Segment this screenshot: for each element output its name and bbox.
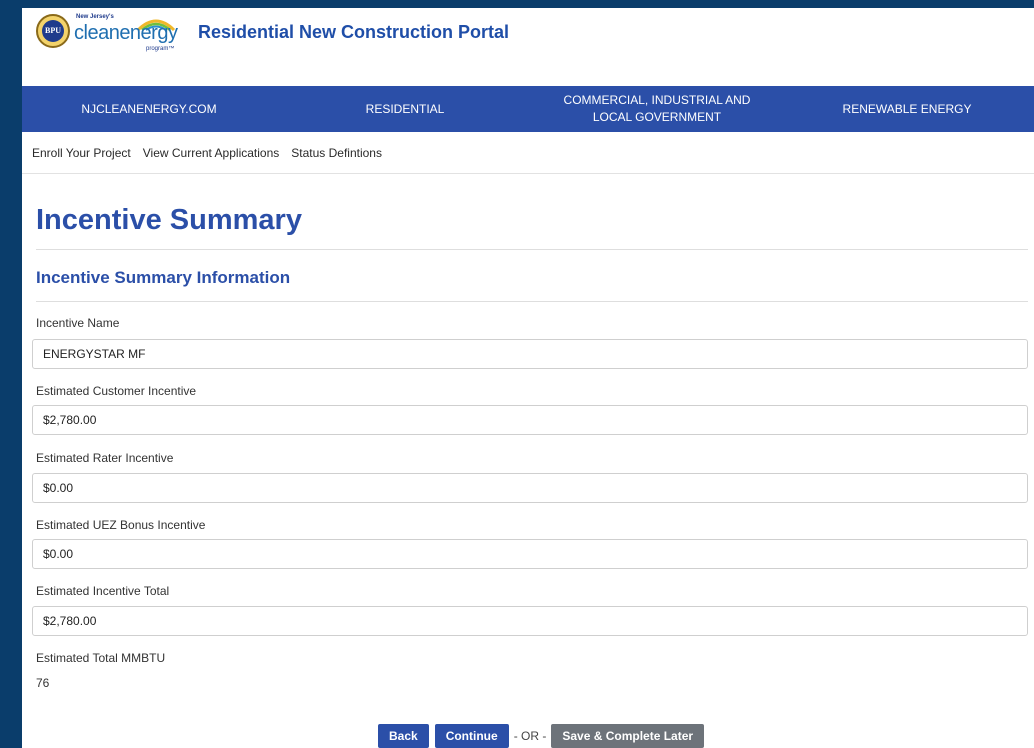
incentive-total-input[interactable] — [32, 606, 1028, 636]
header: BPU New Jersey's cleanenergy program™ Re… — [22, 8, 1034, 84]
logo-wordmark: cleanenergy — [74, 22, 178, 44]
customer-incentive-label: Estimated Customer Incentive — [36, 384, 197, 398]
customer-incentive-input[interactable] — [32, 405, 1028, 435]
nav-item-commercial[interactable]: COMMERCIAL, INDUSTRIAL AND LOCAL GOVERNM… — [534, 92, 780, 126]
title-divider — [36, 249, 1028, 250]
subnav-enroll-project[interactable]: Enroll Your Project — [32, 146, 131, 160]
back-button[interactable]: Back — [378, 724, 429, 748]
section-divider — [36, 301, 1028, 302]
save-complete-later-button[interactable]: Save & Complete Later — [551, 724, 705, 748]
uez-bonus-input[interactable] — [32, 539, 1028, 569]
portal-title: Residential New Construction Portal — [198, 22, 510, 42]
incentive-name-input[interactable] — [32, 339, 1028, 369]
nav-item-residential[interactable]: RESIDENTIAL — [276, 101, 534, 118]
bpu-seal-icon: BPU — [36, 14, 70, 48]
mmbtu-label: Estimated Total MMBTU — [36, 651, 166, 665]
cleanenergy-logo[interactable]: BPU New Jersey's cleanenergy program™ — [36, 10, 206, 56]
continue-button[interactable]: Continue — [434, 724, 509, 748]
main-nav: NJCLEANENERGY.COM RESIDENTIAL COMMERCIAL… — [22, 86, 1034, 132]
incentive-total-label: Estimated Incentive Total — [36, 584, 170, 598]
uez-bonus-label: Estimated UEZ Bonus Incentive — [36, 518, 206, 532]
nav-item-renewable-energy[interactable]: RENEWABLE ENERGY — [780, 101, 1034, 118]
rater-incentive-input[interactable] — [32, 473, 1028, 503]
mmbtu-value: 76 — [36, 676, 50, 690]
rater-incentive-label: Estimated Rater Incentive — [36, 451, 174, 465]
nav-item-njcleanenergy[interactable]: NJCLEANENERGY.COM — [22, 101, 276, 118]
page-title: Incentive Summary — [36, 204, 302, 236]
incentive-name-label: Incentive Name — [36, 316, 120, 330]
page: BPU New Jersey's cleanenergy program™ Re… — [22, 8, 1034, 748]
section-title: Incentive Summary Information — [36, 268, 291, 287]
form-actions: Back Continue - OR - Save & Complete Lat… — [378, 724, 705, 748]
subnav-status-definitions[interactable]: Status Defintions — [291, 146, 382, 160]
sub-nav: Enroll Your Project View Current Applica… — [22, 132, 1034, 174]
or-separator: - OR - — [513, 729, 547, 743]
subnav-view-applications[interactable]: View Current Applications — [143, 146, 280, 160]
logo-program-text: program™ — [146, 46, 175, 52]
logo-small-text: New Jersey's — [76, 14, 114, 20]
